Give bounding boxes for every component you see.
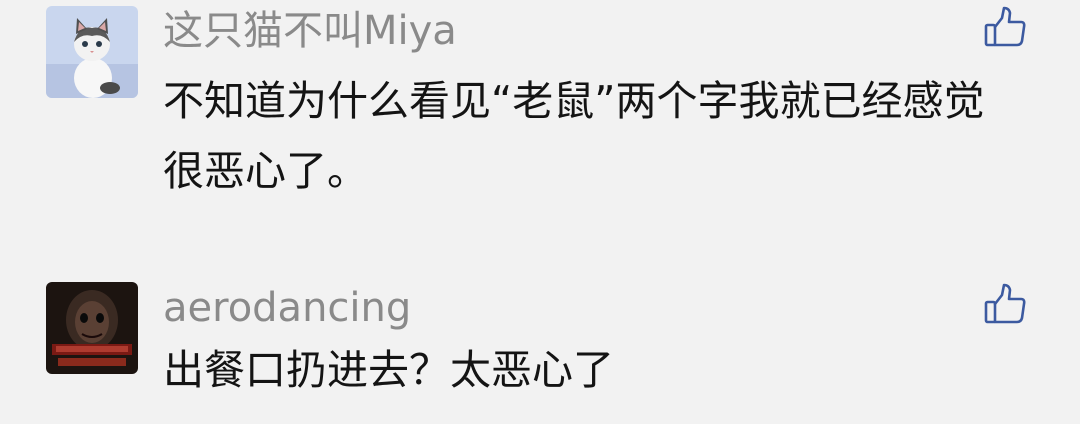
thumbs-up-icon[interactable] — [982, 4, 1028, 50]
comment-item: aerodancing 出餐口扔进去？太恶心了 — [0, 278, 1080, 424]
user-avatar[interactable] — [46, 6, 138, 98]
comment-text: 不知道为什么看见“老鼠”两个字我就已经感觉很恶心了。 — [163, 77, 985, 195]
user-avatar[interactable] — [46, 282, 138, 374]
comment-text: 出餐口扔进去？太恶心了 — [163, 346, 614, 394]
comment-item: 这只猫不叫Miya 不知道为什么看见“老鼠”两个字我就已经感觉很恶心了。 — [0, 0, 1080, 230]
cat-avatar-icon — [46, 6, 138, 98]
comment-username[interactable]: 这只猫不叫Miya — [163, 9, 457, 53]
comment-username[interactable]: aerodancing — [163, 286, 411, 330]
comments-screen: { "comments": [ { "username": "这只猫不叫Miya… — [0, 0, 1080, 424]
horror-poster-avatar-icon — [46, 282, 138, 374]
thumbs-up-icon[interactable] — [982, 281, 1028, 327]
